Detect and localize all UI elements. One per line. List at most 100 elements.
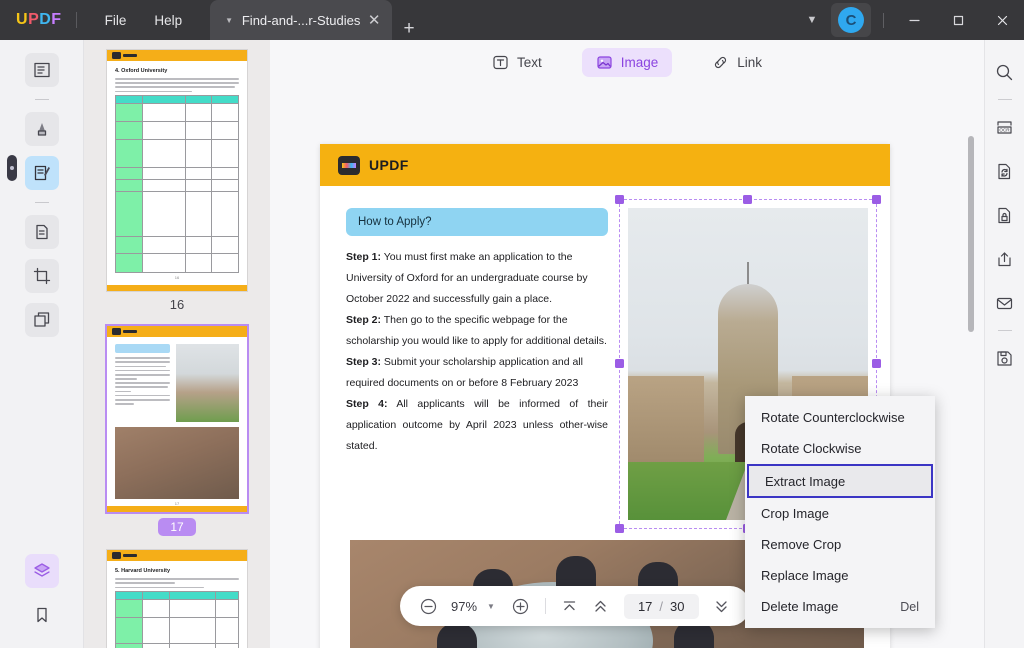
logo-divider	[76, 12, 77, 28]
pagebar-divider	[545, 598, 546, 614]
menu-label: Crop Image	[761, 506, 829, 521]
sidebar-item-crop[interactable]	[25, 259, 59, 293]
avatar: C	[838, 7, 864, 33]
menu-item-replace-image[interactable]: Replace Image	[745, 560, 935, 591]
total-pages-value: 30	[670, 599, 684, 614]
rail-divider	[35, 202, 49, 203]
pdf-paragraph-step4: Step 4: All applicants will be informed …	[346, 394, 608, 457]
tab-link[interactable]: Link	[698, 48, 776, 77]
updf-logo: UPDF	[16, 11, 62, 29]
step3-label: Step 3:	[346, 356, 381, 368]
sidebar-item-organize[interactable]	[25, 303, 59, 337]
tab-text-label: Text	[517, 55, 542, 70]
step2-text: Then go to the specific webpage for the …	[346, 314, 607, 347]
sidebar-item-layers[interactable]	[25, 554, 59, 588]
plus-icon[interactable]: +	[392, 18, 426, 40]
pdf-paragraph-step3: Step 3: Submit your scholarship applicat…	[346, 352, 608, 394]
sidebar-item-page[interactable]	[25, 215, 59, 249]
menu-item-delete-image[interactable]: Delete Image Del	[745, 591, 935, 622]
menu-item-remove-crop[interactable]: Remove Crop	[745, 529, 935, 560]
thumb-header	[107, 326, 247, 337]
menu-help[interactable]: Help	[140, 7, 196, 34]
resize-handle-top-middle[interactable]	[743, 195, 752, 204]
thumb-table	[115, 95, 239, 273]
menu-item-extract-image[interactable]: Extract Image	[747, 464, 933, 498]
vertical-scrollbar[interactable]	[968, 136, 974, 332]
sidebar-item-bookmark[interactable]	[25, 598, 59, 632]
step4-label: Step 4:	[346, 398, 388, 410]
thumbnail-list: 4. Oxford University 16	[84, 50, 270, 648]
menu-item-rotate-counterclockwise[interactable]: Rotate Counterclockwise	[745, 402, 935, 433]
tab-strip: ▼ Find-and-...r-Studies ✕ +	[210, 0, 426, 40]
thumb-header	[107, 550, 247, 561]
previous-page-icon[interactable]	[587, 592, 615, 620]
lock-document-icon[interactable]	[990, 200, 1020, 230]
edit-mode-tabs: Text Image Link	[270, 40, 984, 84]
thumbnail-page[interactable]: 4. Oxford University 16	[107, 50, 247, 291]
window-controls: ▼ C	[797, 0, 1024, 40]
close-icon[interactable]	[980, 0, 1024, 40]
resize-handle-middle-right[interactable]	[872, 359, 881, 368]
title-bar: UPDF File Help ▼ Find-and-...r-Studies ✕…	[0, 0, 1024, 40]
menu-item-rotate-clockwise[interactable]: Rotate Clockwise	[745, 433, 935, 464]
thumb-image-tower	[176, 344, 239, 422]
tab-image-label: Image	[621, 55, 659, 70]
tab-link-label: Link	[737, 55, 762, 70]
search-icon[interactable]	[990, 57, 1020, 87]
minimize-icon[interactable]	[892, 0, 936, 40]
share-icon[interactable]	[990, 244, 1020, 274]
sidebar-item-annotate[interactable]	[25, 112, 59, 146]
ocr-icon[interactable]: OCR	[990, 112, 1020, 142]
chevron-down-icon[interactable]: ▼	[484, 602, 504, 611]
resize-handle-top-right[interactable]	[872, 195, 881, 204]
tab-image[interactable]: Image	[582, 48, 673, 77]
thumbnail-panel[interactable]: 4. Oxford University 16	[84, 40, 270, 648]
thumbnail-page[interactable]: 5. Harvard University	[107, 550, 247, 648]
account-button[interactable]: C	[831, 3, 871, 37]
menu-item-crop-image[interactable]: Crop Image	[745, 498, 935, 529]
panel-collapse-handle[interactable]	[7, 155, 17, 181]
step1-label: Step 1:	[346, 251, 381, 263]
rail-divider	[998, 99, 1012, 100]
zoom-level-label[interactable]: 97%	[445, 599, 481, 614]
sidebar-item-reader[interactable]	[25, 53, 59, 87]
pdf-paragraph-step2: Step 2: Then go to the specific webpage …	[346, 310, 608, 352]
menu-file[interactable]: File	[91, 7, 141, 34]
left-tool-rail	[0, 40, 84, 648]
right-tool-rail: OCR	[984, 40, 1024, 648]
menu-label: Replace Image	[761, 568, 848, 583]
resize-handle-top-left[interactable]	[615, 195, 624, 204]
chevron-down-icon[interactable]: ▼	[218, 16, 240, 25]
maximize-icon[interactable]	[936, 0, 980, 40]
pdf-text-column: How to Apply? Step 1: You must first mak…	[346, 208, 608, 520]
mail-icon[interactable]	[990, 288, 1020, 318]
close-icon[interactable]: ✕	[362, 13, 386, 28]
thumb-table	[115, 591, 239, 648]
updf-window: UPDF File Help ▼ Find-and-...r-Studies ✕…	[0, 0, 1024, 648]
thumbnail-page-current[interactable]: 17	[107, 326, 247, 512]
save-icon[interactable]	[990, 343, 1020, 373]
document-tab[interactable]: ▼ Find-and-...r-Studies ✕	[210, 0, 392, 40]
menu-label: Remove Crop	[761, 537, 841, 552]
updf-brand-icon	[338, 156, 360, 175]
resize-handle-middle-left[interactable]	[615, 359, 624, 368]
image-context-menu: Rotate Counterclockwise Rotate Clockwise…	[745, 396, 935, 628]
resize-handle-bottom-left[interactable]	[615, 524, 624, 533]
page-number-input[interactable]: 17 / 30	[624, 594, 699, 619]
thumb-header	[107, 50, 247, 61]
first-page-icon[interactable]	[556, 592, 584, 620]
step3-text: Submit your scholarship application and …	[346, 356, 583, 389]
zoom-out-icon[interactable]	[414, 592, 442, 620]
sidebar-item-edit-pdf[interactable]	[25, 156, 59, 190]
chevron-down-icon[interactable]: ▼	[797, 14, 827, 26]
svg-text:OCR: OCR	[999, 127, 1010, 132]
menu-label: Rotate Counterclockwise	[761, 410, 905, 425]
zoom-in-icon[interactable]	[507, 592, 535, 620]
rail-divider	[35, 99, 49, 100]
next-page-icon[interactable]	[708, 592, 736, 620]
step2-label: Step 2:	[346, 314, 381, 326]
thumb-title: 5. Harvard University	[115, 568, 239, 574]
pdf-heading: How to Apply?	[346, 208, 608, 236]
tab-text[interactable]: Text	[478, 48, 556, 77]
convert-icon[interactable]	[990, 156, 1020, 186]
